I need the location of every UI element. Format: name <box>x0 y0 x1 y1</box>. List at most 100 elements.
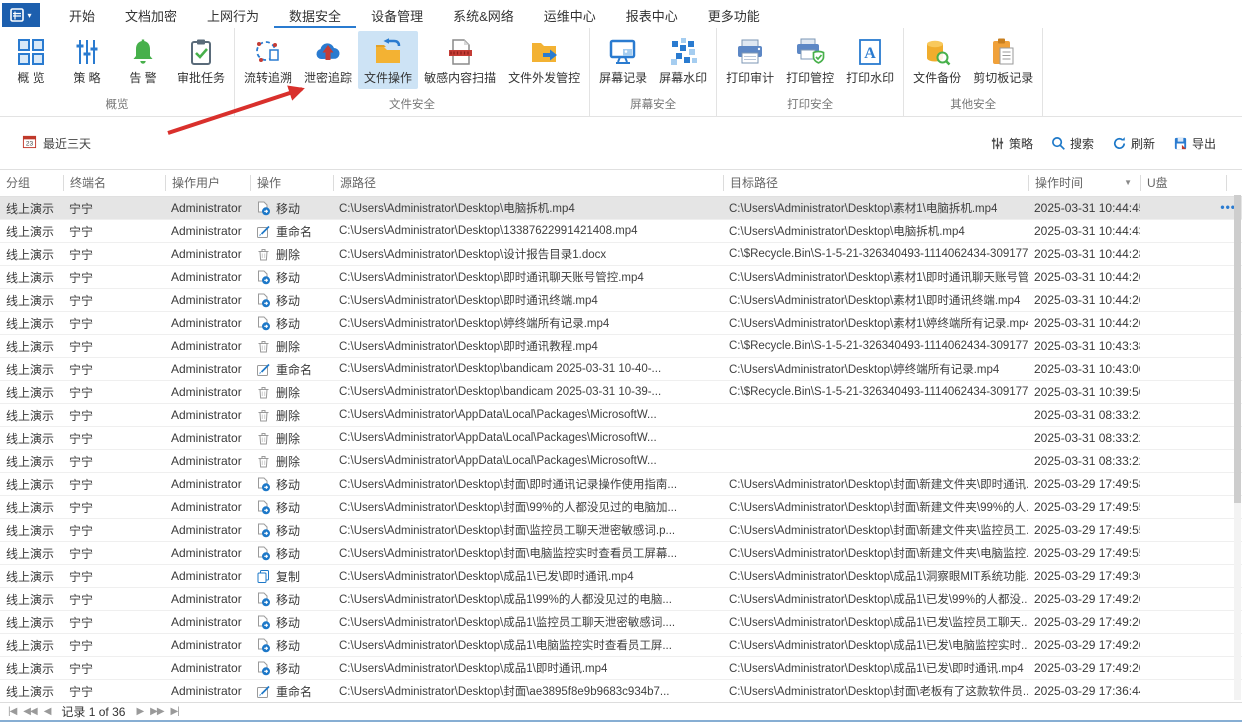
table-row[interactable]: 线上演示宁宁Administrator移动C:\Users\Administra… <box>0 197 1242 220</box>
terminal-cell: 宁宁 <box>63 453 165 470</box>
operation-cell: 删除 <box>250 338 333 355</box>
menu-tab-9[interactable]: 更多功能 <box>693 0 775 28</box>
pager-last-button[interactable]: ▶| <box>171 706 179 717</box>
target-path-cell: C:\Users\Administrator\Desktop\素材1\即时通讯终… <box>723 292 1028 308</box>
ribbon-button-sensitive-scan[interactable]: 敏感内容扫描 <box>418 31 502 89</box>
menu-bar: ▾ 开始文档加密上网行为数据安全设备管理系统&网络运维中心报表中心更多功能 <box>0 0 1242 28</box>
ribbon-button-file-backup[interactable]: 文件备份 <box>907 31 967 89</box>
ribbon-button-file-operation[interactable]: 文件操作 <box>358 31 418 89</box>
ribbon-button-overview-grid[interactable]: 概 览 <box>3 31 59 89</box>
table-row[interactable]: 线上演示宁宁Administrator移动C:\Users\Administra… <box>0 496 1242 519</box>
source-path-cell: C:\Users\Administrator\AppData\Local\Pac… <box>333 432 723 444</box>
menu-tab-4[interactable]: 数据安全 <box>274 0 356 28</box>
vertical-scrollbar[interactable] <box>1234 195 1241 700</box>
table-row[interactable]: 线上演示宁宁Administrator重命名C:\Users\Administr… <box>0 220 1242 243</box>
screen-watermark-icon <box>668 35 698 68</box>
user-cell: Administrator <box>165 477 250 491</box>
column-header-6[interactable]: 目标路径 <box>723 175 1028 191</box>
ribbon-button-print-audit[interactable]: 打印审计 <box>720 31 780 89</box>
table-row[interactable]: 线上演示宁宁Administrator移动C:\Users\Administra… <box>0 588 1242 611</box>
table-row[interactable]: 线上演示宁宁Administrator重命名C:\Users\Administr… <box>0 358 1242 381</box>
table-row[interactable]: 线上演示宁宁Administrator删除C:\Users\Administra… <box>0 450 1242 473</box>
column-header-3[interactable]: 操作用户 <box>165 175 250 191</box>
user-cell: Administrator <box>165 270 250 284</box>
table-row[interactable]: 线上演示宁宁Administrator移动C:\Users\Administra… <box>0 611 1242 634</box>
menu-tab-3[interactable]: 上网行为 <box>192 0 274 28</box>
group-cell: 线上演示 <box>0 545 63 562</box>
table-row[interactable]: 线上演示宁宁Administrator删除C:\Users\Administra… <box>0 335 1242 358</box>
time-cell: 2025-03-29 17:49:55 <box>1028 500 1140 514</box>
alert-bell-icon <box>128 35 158 68</box>
move-icon <box>256 523 271 538</box>
menu-tab-8[interactable]: 报表中心 <box>611 0 693 28</box>
table-row[interactable]: 线上演示宁宁Administrator删除C:\Users\Administra… <box>0 381 1242 404</box>
menu-tab-6[interactable]: 系统&网络 <box>438 0 529 28</box>
ribbon-button-policy-sliders[interactable]: 策 略 <box>59 31 115 89</box>
column-header-8[interactable]: U盘 <box>1140 175 1226 191</box>
table-row[interactable]: 线上演示宁宁Administrator移动C:\Users\Administra… <box>0 657 1242 680</box>
column-header-5[interactable]: 源路径 <box>333 175 723 191</box>
scrollbar-thumb[interactable] <box>1234 195 1241 503</box>
table-row[interactable]: 线上演示宁宁Administrator删除C:\Users\Administra… <box>0 243 1242 266</box>
pager-prev-group-button[interactable]: ◀◀ <box>23 706 36 717</box>
toolbar-button-refresh[interactable]: 刷新 <box>1112 135 1155 152</box>
target-path-cell: C:\Users\Administrator\Desktop\素材1\即时通讯聊… <box>723 269 1028 285</box>
menu-tab-2[interactable]: 文档加密 <box>110 0 192 28</box>
column-header-7[interactable]: 操作时间▼ <box>1028 175 1140 191</box>
clipboard-record-icon <box>988 35 1018 68</box>
column-header-2[interactable]: 终端名 <box>63 175 165 191</box>
table-row[interactable]: 线上演示宁宁Administrator重命名C:\Users\Administr… <box>0 680 1242 702</box>
table-row[interactable]: 线上演示宁宁Administrator删除C:\Users\Administra… <box>0 427 1242 450</box>
sort-dropdown-icon[interactable]: ▼ <box>1124 175 1140 191</box>
table-row[interactable]: 线上演示宁宁Administrator移动C:\Users\Administra… <box>0 289 1242 312</box>
ribbon-button-flow-trace[interactable]: 流转追溯 <box>238 31 298 89</box>
move-icon <box>256 638 271 653</box>
move-icon <box>256 293 271 308</box>
menu-tab-5[interactable]: 设备管理 <box>356 0 438 28</box>
table-row[interactable]: 线上演示宁宁Administrator移动C:\Users\Administra… <box>0 312 1242 335</box>
source-path-cell: C:\Users\Administrator\Desktop\即时通讯聊天账号管… <box>333 269 723 285</box>
time-cell: 2025-03-31 10:44:20 <box>1028 293 1140 307</box>
app-menu-button[interactable]: ▾ <box>2 3 40 27</box>
ribbon-button-screen-record[interactable]: 屏幕记录 <box>593 31 653 89</box>
user-cell: Administrator <box>165 454 250 468</box>
target-path-cell: C:\Users\Administrator\Desktop\成品1\已发\99… <box>723 591 1028 607</box>
delete-icon <box>256 247 271 262</box>
toolbar-button-search[interactable]: 搜索 <box>1051 135 1094 152</box>
ribbon-button-file-outgoing[interactable]: 文件外发管控 <box>502 31 586 89</box>
screen-record-icon <box>608 35 638 68</box>
ribbon-button-print-control[interactable]: 打印管控 <box>780 31 840 89</box>
ribbon-button-screen-watermark[interactable]: 屏幕水印 <box>653 31 713 89</box>
menu-tab-1[interactable]: 开始 <box>54 0 110 28</box>
column-header-9[interactable] <box>1226 175 1242 191</box>
table-row[interactable]: 线上演示宁宁Administrator删除C:\Users\Administra… <box>0 404 1242 427</box>
pager-next-group-button[interactable]: ▶▶ <box>150 706 163 717</box>
table-row[interactable]: 线上演示宁宁Administrator移动C:\Users\Administra… <box>0 473 1242 496</box>
pager-next-button[interactable]: ▶ <box>136 706 143 717</box>
date-filter-button[interactable]: 23 最近三天 <box>22 134 91 152</box>
table-row[interactable]: 线上演示宁宁Administrator移动C:\Users\Administra… <box>0 266 1242 289</box>
pager-first-button[interactable]: |◀ <box>8 706 16 717</box>
ribbon-button-approval-tasks[interactable]: 审批任务 <box>171 31 231 89</box>
ribbon-button-leak-track[interactable]: 泄密追踪 <box>298 31 358 89</box>
table-row[interactable]: 线上演示宁宁Administrator移动C:\Users\Administra… <box>0 519 1242 542</box>
toolbar-button-sliders[interactable]: 策略 <box>990 135 1033 152</box>
source-path-cell: C:\Users\Administrator\Desktop\成品1\即时通讯.… <box>333 660 723 676</box>
ribbon-button-alert-bell[interactable]: 告 警 <box>115 31 171 89</box>
svg-text:A: A <box>864 45 876 62</box>
table-row[interactable]: 线上演示宁宁Administrator复制C:\Users\Administra… <box>0 565 1242 588</box>
menu-tab-7[interactable]: 运维中心 <box>529 0 611 28</box>
ribbon-button-clipboard-record[interactable]: 剪切板记录 <box>967 31 1039 89</box>
target-path-cell: C:\Users\Administrator\Desktop\封面\新建文件夹\… <box>723 476 1028 492</box>
ribbon-button-print-watermark[interactable]: A打印水印 <box>840 31 900 89</box>
table-row[interactable]: 线上演示宁宁Administrator移动C:\Users\Administra… <box>0 634 1242 657</box>
table-row[interactable]: 线上演示宁宁Administrator移动C:\Users\Administra… <box>0 542 1242 565</box>
user-cell: Administrator <box>165 362 250 376</box>
column-header-1[interactable]: 分组 <box>0 175 63 191</box>
column-header-4[interactable]: 操作 <box>250 175 333 191</box>
time-cell: 2025-03-29 17:36:44 <box>1028 684 1140 698</box>
pager-prev-button[interactable]: ◀ <box>44 706 51 717</box>
group-cell: 线上演示 <box>0 499 63 516</box>
move-icon <box>256 615 271 630</box>
toolbar-button-export[interactable]: 导出 <box>1173 135 1216 152</box>
